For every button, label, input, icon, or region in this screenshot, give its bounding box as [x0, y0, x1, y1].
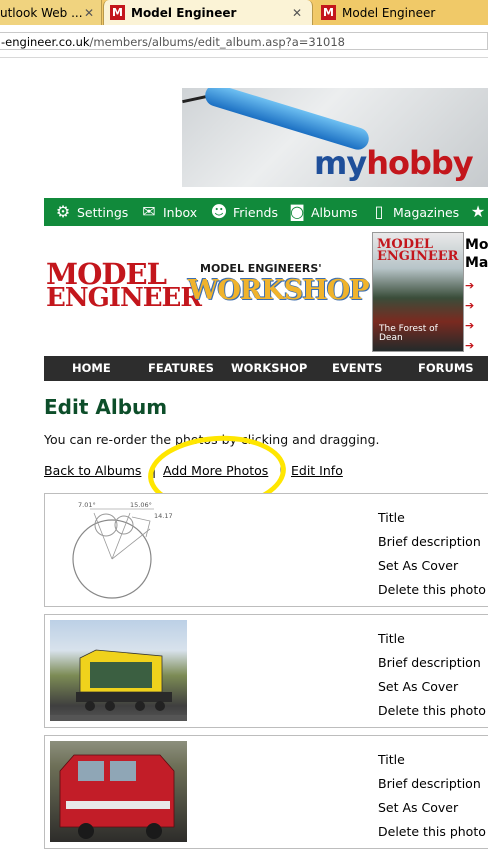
arrow-right-icon[interactable]: ➔: [465, 276, 474, 296]
envelope-icon: ✉: [142, 202, 156, 221]
gear-icon: ⚙: [55, 202, 71, 221]
nav-albums[interactable]: ◙ Albums: [288, 198, 358, 226]
photo-actions: Title Brief description Set As Cover Del…: [378, 506, 486, 602]
photo-item[interactable]: 7.01° 15.06° 14.17 Title Brief descripti…: [44, 493, 488, 607]
nav-magazines-label: Magazines: [393, 204, 460, 220]
set-as-cover-link[interactable]: Set As Cover: [378, 675, 486, 699]
locomotive-photo-image: [50, 649, 187, 721]
nav-settings[interactable]: ⚙ Settings: [54, 198, 128, 226]
url-path: /members/albums/edit_album.asp?a=31018: [89, 35, 345, 49]
magazine-cover-image[interactable]: MODEL ENGINEER The Forest of Dean: [372, 232, 464, 352]
dimension-label: 7.01°: [78, 501, 96, 509]
edit-info-link[interactable]: Edit Info: [291, 463, 343, 478]
promo-arrow-list: ➔ ➔ ➔ ➔: [465, 276, 474, 356]
camera-icon: ◙: [289, 202, 305, 221]
menu-workshop[interactable]: WORKSHOP: [231, 356, 307, 381]
photo-thumbnail-locomotive[interactable]: [50, 620, 187, 721]
set-as-cover-link[interactable]: Set As Cover: [378, 796, 486, 820]
menu-home[interactable]: HOME: [72, 356, 111, 381]
nav-settings-label: Settings: [77, 204, 129, 220]
photo-thumbnail-van[interactable]: [50, 741, 187, 842]
people-icon: ☻: [210, 202, 228, 221]
me-logo-line2: ENGINEER: [46, 283, 202, 313]
tab-label: Model Engineer: [131, 5, 237, 20]
photo-actions: Title Brief description Set As Cover Del…: [378, 627, 486, 723]
mew-logo-line1: MODEL ENGINEERS': [200, 262, 322, 275]
promo-line1: Mo: [465, 237, 488, 253]
cover-title-line2: ENGINEER: [377, 249, 459, 264]
magazine-promo-heading: Mo Ma: [465, 236, 488, 272]
nav-albums-label: Albums: [311, 204, 358, 220]
red-van-photo-image: [59, 754, 175, 839]
photo-actions: Title Brief description Set As Cover Del…: [378, 748, 486, 844]
page-title: Edit Album: [44, 395, 168, 419]
nav-magazines[interactable]: ▯ Magazines: [370, 198, 460, 226]
member-nav-bar: ⚙ Settings ✉ Inbox ☻ Friends ◙ Albums ▯ …: [44, 198, 488, 226]
menu-events[interactable]: EVENTS: [332, 356, 382, 381]
ad-brand-part1: my: [314, 144, 367, 182]
photo-title-field[interactable]: Title: [378, 748, 486, 772]
address-bar[interactable]: -engineer.co.uk/members/albums/edit_albu…: [0, 32, 488, 50]
nav-favourites[interactable]: ★: [469, 198, 488, 226]
model-engineer-logo[interactable]: MODEL ENGINEER: [46, 260, 202, 314]
delete-photo-link[interactable]: Delete this photo: [378, 699, 486, 723]
menu-forums[interactable]: FORUMS: [418, 356, 474, 381]
photo-item[interactable]: Title Brief description Set As Cover Del…: [44, 735, 488, 849]
set-as-cover-link[interactable]: Set As Cover: [378, 554, 486, 578]
book-icon: ▯: [374, 202, 384, 221]
star-icon: ★: [470, 202, 486, 221]
browser-tab-model-engineer[interactable]: M Model Engineer: [315, 0, 488, 25]
dimension-label: 14.17: [154, 512, 173, 520]
photo-description-field[interactable]: Brief description: [378, 772, 486, 796]
delete-photo-link[interactable]: Delete this photo: [378, 820, 486, 844]
tab-label: Model Engineer: [342, 5, 436, 20]
photo-title-field[interactable]: Title: [378, 627, 486, 651]
model-engineer-favicon-icon: M: [110, 5, 125, 20]
browser-tab-strip: utlook Web ... ✕ M Model Engineer ✕ M Mo…: [0, 0, 488, 25]
browser-tab-outlook[interactable]: utlook Web ... ✕: [0, 0, 102, 25]
tab-label: utlook Web ...: [0, 5, 83, 20]
technical-drawing-image: 7.01° 15.06° 14.17: [72, 501, 173, 599]
ad-brand-text: myhobby: [314, 144, 474, 182]
myhobby-ad-banner[interactable]: myhobby: [182, 88, 488, 187]
photo-item[interactable]: Title Brief description Set As Cover Del…: [44, 614, 488, 728]
arrow-right-icon[interactable]: ➔: [465, 296, 474, 316]
back-to-albums-link[interactable]: Back to Albums: [44, 463, 141, 478]
address-bar-area: -engineer.co.uk/members/albums/edit_albu…: [0, 25, 488, 58]
nav-friends[interactable]: ☻ Friends: [210, 198, 278, 226]
browser-tab-model-engineer-active[interactable]: M Model Engineer ✕: [103, 0, 313, 25]
nav-inbox[interactable]: ✉ Inbox: [140, 198, 197, 226]
arrow-right-icon[interactable]: ➔: [465, 316, 474, 336]
close-icon[interactable]: ✕: [292, 6, 302, 20]
site-header: MODEL ENGINEER MODEL ENGINEERS' WORKSHOP…: [44, 226, 488, 354]
dimension-label: 15.06°: [130, 501, 152, 509]
url-domain: -engineer.co.uk: [1, 35, 90, 49]
main-menu-bar: HOME FEATURES WORKSHOP EVENTS FORUMS: [44, 356, 488, 381]
photo-title-field[interactable]: Title: [378, 506, 486, 530]
promo-line2: Ma: [465, 255, 488, 271]
cover-subtitle: The Forest of Dean: [379, 324, 438, 343]
nav-friends-label: Friends: [233, 204, 278, 220]
delete-photo-link[interactable]: Delete this photo: [378, 578, 486, 602]
photo-description-field[interactable]: Brief description: [378, 530, 486, 554]
menu-features[interactable]: FEATURES: [148, 356, 214, 381]
model-engineer-favicon-icon: M: [321, 5, 336, 20]
nav-inbox-label: Inbox: [163, 204, 198, 220]
ad-brand-part2: hobby: [366, 144, 473, 182]
photo-thumbnail-drawing[interactable]: 7.01° 15.06° 14.17: [50, 499, 187, 600]
close-icon[interactable]: ✕: [84, 6, 94, 20]
mew-logo-line2: WORKSHOP: [188, 275, 370, 306]
photo-description-field[interactable]: Brief description: [378, 651, 486, 675]
pen-tool-graphic: [202, 88, 372, 153]
arrow-right-icon[interactable]: ➔: [465, 336, 474, 356]
model-engineers-workshop-logo[interactable]: MODEL ENGINEERS' WORKSHOP: [186, 262, 370, 314]
